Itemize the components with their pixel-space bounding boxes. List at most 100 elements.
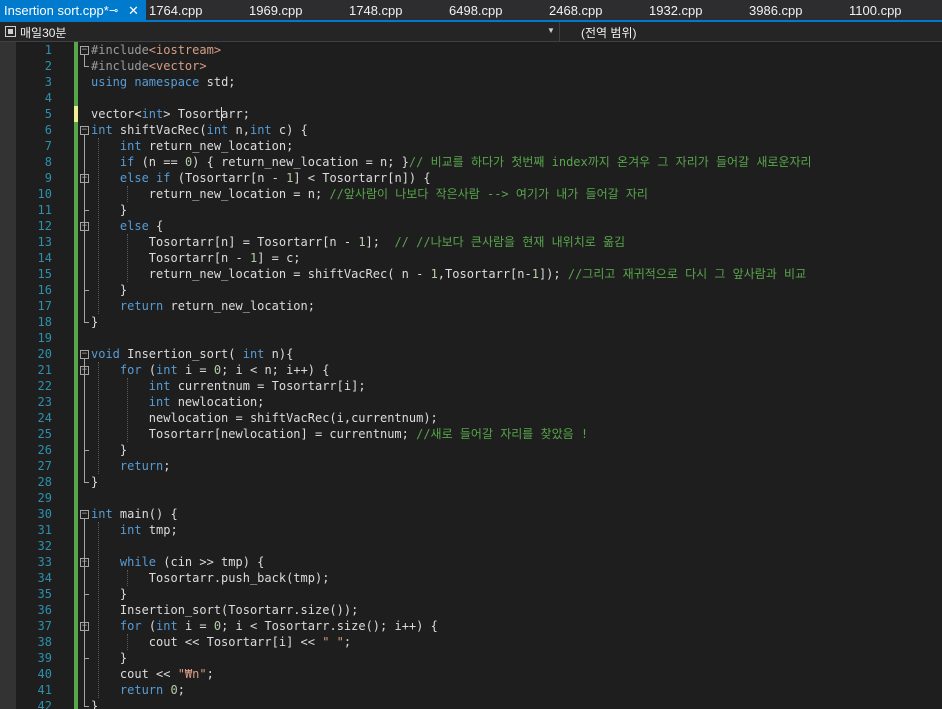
close-icon[interactable]: ✕ xyxy=(128,0,139,22)
tab-file[interactable]: 1764.cpp xyxy=(149,0,203,20)
tab-file[interactable]: Insertion sort.cpp* ⊸ ✕ xyxy=(0,0,146,20)
code-token: } xyxy=(91,283,128,297)
code-token: ; xyxy=(206,667,214,681)
change-indicator xyxy=(74,682,78,698)
code-token: Tosortarr[n] = Tosortarr[n - xyxy=(91,235,359,249)
code-line[interactable]: Tosortarr[n - 1] = c; xyxy=(91,250,301,266)
code-line[interactable]: } xyxy=(91,202,127,218)
code-line[interactable]: int shiftVacRec(int n,int c) { xyxy=(91,122,308,138)
collapse-icon[interactable]: − xyxy=(80,350,89,359)
code-line[interactable]: #include<iostream> xyxy=(91,42,221,58)
code-line[interactable]: } xyxy=(91,586,127,602)
code-token: newlocation; xyxy=(170,395,265,409)
code-line[interactable]: Insertion_sort(Tosortarr.size()); xyxy=(91,602,358,618)
code-token: int xyxy=(156,619,178,633)
code-line[interactable]: } xyxy=(91,698,98,709)
code-line[interactable]: int tmp; xyxy=(91,522,178,538)
code-line[interactable]: else { xyxy=(91,218,163,234)
outline-end xyxy=(84,322,89,323)
tab-file[interactable]: 1748.cpp xyxy=(349,0,403,20)
code-line[interactable]: int return_new_location; xyxy=(91,138,293,154)
code-token: currentnum = Tosortarr[i]; xyxy=(170,379,366,393)
code-token: void xyxy=(91,347,120,361)
code-line[interactable]: return return_new_location; xyxy=(91,298,315,314)
change-indicator xyxy=(74,138,78,154)
pin-icon[interactable]: ⊸ xyxy=(109,0,118,22)
collapse-icon[interactable]: − xyxy=(80,46,89,55)
code-token: n, xyxy=(228,123,250,137)
code-line[interactable]: #include<vector> xyxy=(91,58,207,74)
code-token: } xyxy=(91,443,128,457)
code-token: vector< xyxy=(91,107,142,121)
code-line[interactable]: for (int i = 0; i < Tosortarr.size(); i+… xyxy=(91,618,438,634)
code-line[interactable]: } xyxy=(91,282,127,298)
line-number: 9 xyxy=(44,171,52,185)
project-scope-dropdown[interactable]: 매일30분 ▼ xyxy=(0,22,560,41)
tab-file[interactable]: 1100.cpp xyxy=(849,0,902,20)
change-indicator xyxy=(74,330,78,346)
code-line[interactable]: for (int i = 0; i < n; i++) { xyxy=(91,362,330,378)
code-token: //새로 들어갈 자리를 찾았음 ! xyxy=(416,427,589,441)
code-line[interactable]: } xyxy=(91,474,98,490)
tab-file[interactable]: 1969.cpp xyxy=(249,0,303,20)
collapse-icon[interactable]: − xyxy=(80,510,89,519)
code-line[interactable]: return_new_location = n; //앞사람이 나보다 작은사람… xyxy=(91,186,648,202)
code-line[interactable]: void Insertion_sort( int n){ xyxy=(91,346,293,362)
code-token: int xyxy=(119,523,142,537)
code-line[interactable]: while (cin >> tmp) { xyxy=(91,554,265,570)
line-number: 24 xyxy=(37,411,52,425)
code-line[interactable]: else if (Tosortarr[n - 1] < Tosortarr[n]… xyxy=(91,170,431,186)
change-indicator xyxy=(74,650,78,666)
code-token: int xyxy=(141,107,164,121)
outline-line xyxy=(84,567,85,594)
code-line[interactable]: return 0; xyxy=(91,682,185,698)
line-number: 10 xyxy=(37,187,52,201)
tab-label: 1932.cpp xyxy=(649,3,703,18)
code-line[interactable]: int currentnum = Tosortarr[i]; xyxy=(91,378,366,394)
code-line[interactable]: Tosortarr[n] = Tosortarr[n - 1]; // //나보… xyxy=(91,234,625,250)
code-token: int xyxy=(148,395,171,409)
change-indicator xyxy=(74,586,78,602)
code-token: while xyxy=(119,555,157,569)
code-token: ( xyxy=(141,619,157,633)
code-line[interactable]: } xyxy=(91,314,98,330)
code-line[interactable]: int newlocation; xyxy=(91,394,265,410)
line-number: 12 xyxy=(37,219,52,233)
outline-line xyxy=(84,55,85,66)
code-token: if xyxy=(119,155,135,169)
code-token: int xyxy=(148,379,171,393)
code-token: cout << Tosortarr[i] << xyxy=(91,635,323,649)
tab-file[interactable]: 1932.cpp xyxy=(649,0,703,20)
code-editor[interactable]: 1 2 3 4 5 6 7 8 9 10 11 12 13 14 15 16 17 18 19 20 21 22 23 24 2… xyxy=(0,42,942,709)
line-number: 18 xyxy=(37,315,52,329)
line-number: 39 xyxy=(37,651,52,665)
code-line[interactable]: cout << "₩n"; xyxy=(91,666,214,682)
code-line[interactable]: return_new_location = shiftVacRec( n - 1… xyxy=(91,266,806,282)
code-token: } xyxy=(91,699,99,709)
tab-bar: Insertion sort.cpp* ⊸ ✕ 1764.cpp 1969.cpp 174… xyxy=(0,0,942,22)
code-line[interactable]: return; xyxy=(91,458,171,474)
line-number: 15 xyxy=(37,267,52,281)
code-line[interactable]: int main() { xyxy=(91,506,178,522)
code-line[interactable]: cout << Tosortarr[i] << " "; xyxy=(91,634,351,650)
code-line[interactable]: newlocation = shiftVacRec(i,currentnum); xyxy=(91,410,438,426)
chevron-down-icon: ▼ xyxy=(547,26,555,35)
code-line[interactable]: } xyxy=(91,650,127,666)
outline-end xyxy=(84,450,89,451)
collapse-icon[interactable]: − xyxy=(80,126,89,135)
code-line[interactable]: Tosortarr[newlocation] = currentnum; //새… xyxy=(91,426,588,442)
outline-end xyxy=(84,290,89,291)
code-line[interactable]: vector<int> Tosortarr; xyxy=(91,106,250,122)
change-indicator xyxy=(74,554,78,570)
code-token: c) { xyxy=(271,123,308,137)
code-line[interactable]: } xyxy=(91,442,127,458)
tab-file[interactable]: 6498.cpp xyxy=(449,0,503,20)
tab-file[interactable]: 3986.cpp xyxy=(749,0,803,20)
code-line[interactable]: Tosortarr.push_back(tmp); xyxy=(91,570,330,586)
code-line[interactable]: using namespace std; xyxy=(91,74,236,90)
member-scope-dropdown[interactable]: (전역 범위) xyxy=(565,22,942,41)
code-line[interactable]: if (n == 0) { return_new_location = n; }… xyxy=(91,154,812,170)
code-token: "₩n" xyxy=(177,667,207,681)
tab-file[interactable]: 2468.cpp xyxy=(549,0,603,20)
